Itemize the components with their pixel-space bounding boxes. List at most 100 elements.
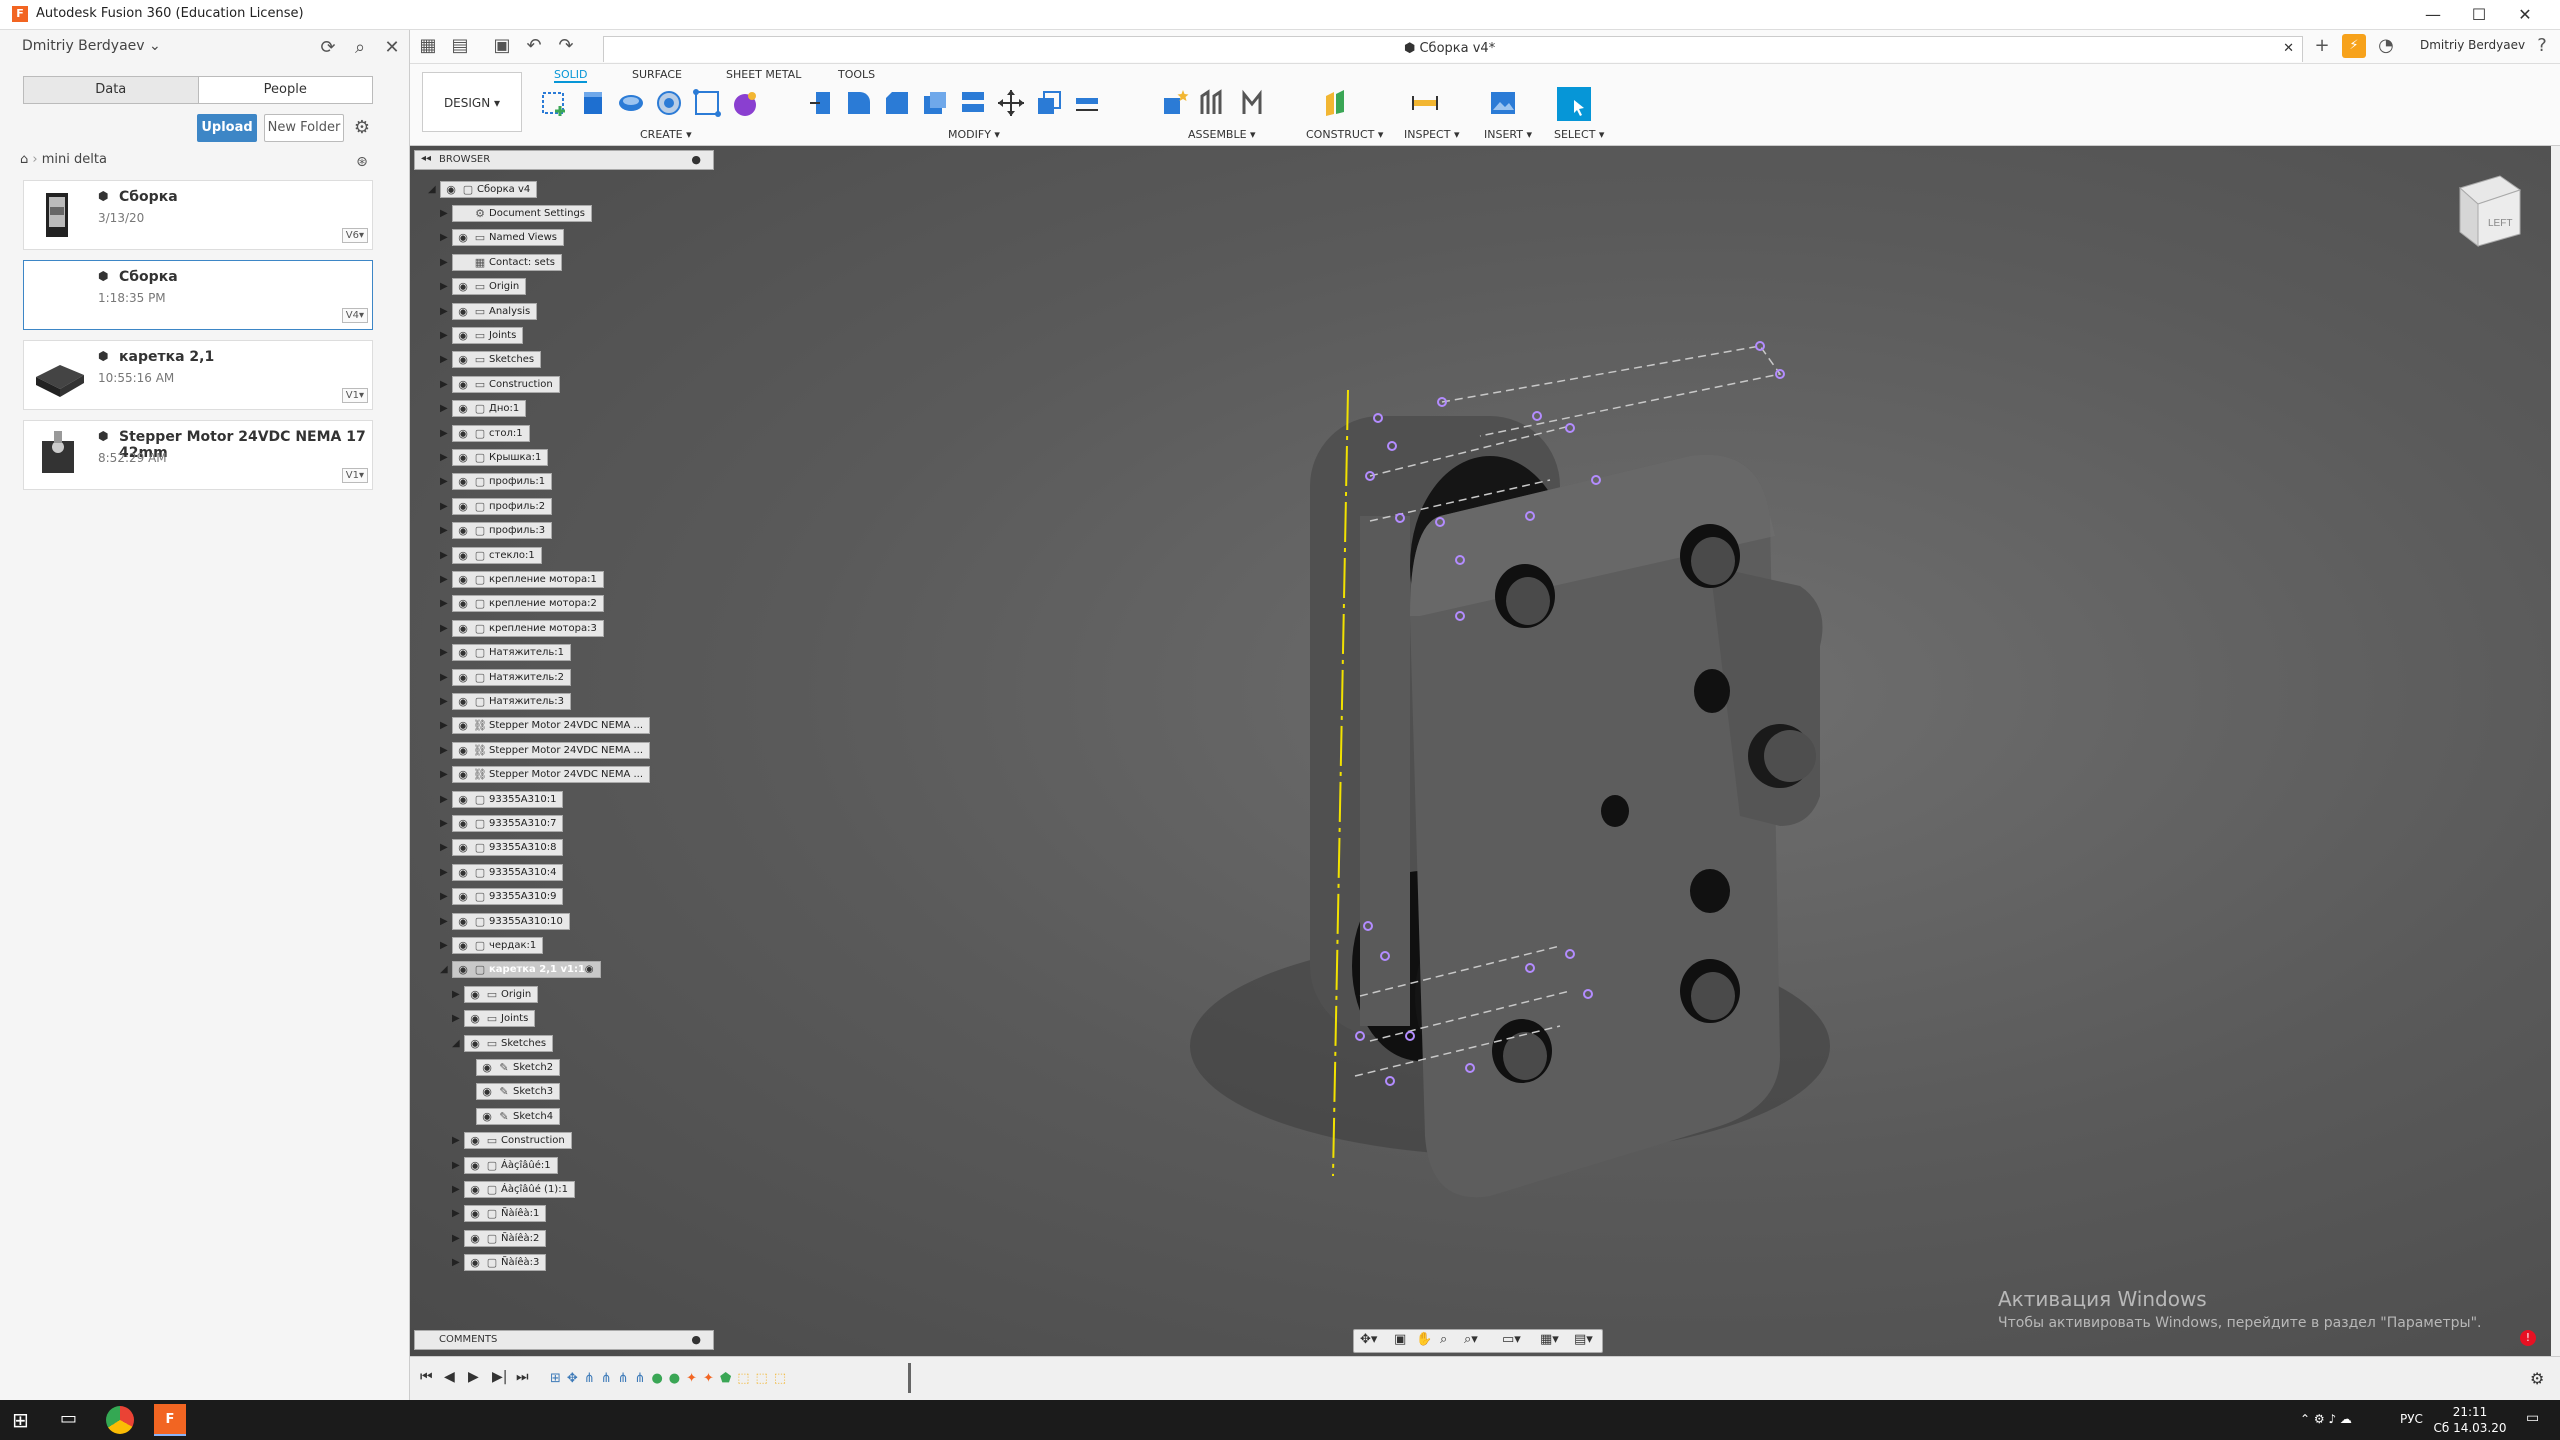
- file-menu-icon[interactable]: ▤: [448, 34, 472, 58]
- tab-sheet-metal[interactable]: SHEET METAL: [726, 68, 801, 81]
- offset-plane-icon[interactable]: [1320, 88, 1350, 118]
- expand-icon[interactable]: ▶: [440, 379, 452, 390]
- extrude-icon[interactable]: [578, 88, 608, 118]
- create-sketch-icon[interactable]: [540, 88, 570, 118]
- tree-item[interactable]: ▶ ◉ ▭ Analysis: [440, 302, 538, 320]
- tree-item[interactable]: ▶ ◉ ▢ крепление мотора:1: [440, 570, 604, 588]
- data-item[interactable]: ⬢ Stepper Motor 24VDC NEMA 17 42mm 8:52:…: [23, 420, 373, 490]
- close-button[interactable]: ✕: [2502, 2, 2548, 28]
- tree-item[interactable]: ▶ ▦ Contact: sets: [440, 253, 562, 271]
- eye-icon[interactable]: ◉: [455, 866, 471, 879]
- expand-icon[interactable]: ▶: [452, 1160, 464, 1171]
- step-forward-icon[interactable]: ▶|: [492, 1369, 507, 1385]
- eye-icon[interactable]: ◉: [455, 963, 471, 976]
- expand-icon[interactable]: ▶: [452, 1257, 464, 1268]
- tree-item[interactable]: ▶ ◉ ▢ Ñàíêà:2: [452, 1229, 547, 1247]
- construct-menu[interactable]: CONSTRUCT ▾: [1306, 128, 1383, 141]
- pan-icon[interactable]: ✋: [1416, 1332, 1432, 1347]
- tree-item[interactable]: ▶ ◉ ▭ Sketches: [440, 351, 542, 369]
- viewports-icon[interactable]: ▤▾: [1574, 1332, 1593, 1347]
- tree-item[interactable]: ▶ ◉ ▢ профиль:3: [440, 522, 553, 540]
- tree-item[interactable]: ▶ ◉ ▢ профиль:2: [440, 497, 553, 515]
- app-grid-icon[interactable]: ▦: [416, 34, 440, 58]
- eye-icon[interactable]: ◉: [467, 1232, 483, 1245]
- comments-pin-icon[interactable]: ●: [691, 1333, 701, 1346]
- expand-icon[interactable]: ▶: [440, 428, 452, 439]
- tree-item[interactable]: ▶ ◉ ▭ Origin: [440, 278, 527, 296]
- timeline-feature-icon[interactable]: ⋔: [635, 1371, 646, 1389]
- close-tab-icon[interactable]: ✕: [2283, 41, 2294, 56]
- tree-item[interactable]: ◉ ✎ Sketch3: [464, 1083, 561, 1101]
- save-icon[interactable]: ▣: [490, 34, 514, 58]
- expand-icon[interactable]: ▶: [440, 208, 452, 219]
- tree-item[interactable]: ▶ ⚙ Document Settings: [440, 204, 593, 222]
- eye-icon[interactable]: ◉: [467, 1159, 483, 1172]
- scale-icon[interactable]: [1034, 88, 1064, 118]
- tab-people[interactable]: People: [199, 77, 373, 103]
- expand-icon[interactable]: ▶: [440, 940, 452, 951]
- new-tab-icon[interactable]: +: [2310, 34, 2334, 58]
- tab-data[interactable]: Data: [24, 77, 199, 103]
- data-item[interactable]: ⬢ Сборка 1:18:35 PM V4▾: [23, 260, 373, 330]
- expand-icon[interactable]: ◢: [428, 184, 440, 195]
- expand-icon[interactable]: ▶: [440, 525, 452, 536]
- grid-settings-icon[interactable]: ▦▾: [1540, 1332, 1559, 1347]
- tree-root[interactable]: ◢ ◉ ▢ Сборка v4: [428, 180, 538, 198]
- timeline-feature-icon[interactable]: ✥: [567, 1371, 578, 1389]
- eye-icon[interactable]: ◉: [455, 744, 471, 757]
- eye-icon[interactable]: ◉: [455, 573, 471, 586]
- eye-icon[interactable]: ◉: [479, 1110, 495, 1123]
- version-badge[interactable]: V1▾: [341, 468, 368, 483]
- eye-icon[interactable]: ◉: [467, 988, 483, 1001]
- eye-icon[interactable]: ◉: [455, 524, 471, 537]
- workspace-switcher[interactable]: DESIGN ▾: [422, 72, 522, 132]
- timeline-feature-icon[interactable]: ⋔: [584, 1371, 595, 1389]
- close-panel-icon[interactable]: ✕: [380, 36, 404, 60]
- eye-icon[interactable]: ◉: [455, 671, 471, 684]
- expand-icon[interactable]: ▶: [440, 672, 452, 683]
- tree-item[interactable]: ▶ ◉ ▢ Натяжитель:3: [440, 692, 571, 710]
- tree-item[interactable]: ▶ ◉ ▢ Дно:1: [440, 400, 527, 418]
- play-icon[interactable]: ▶: [468, 1369, 479, 1385]
- expand-icon[interactable]: ◢: [452, 1038, 464, 1049]
- eye-icon[interactable]: ◉: [455, 915, 471, 928]
- expand-icon[interactable]: ▶: [440, 476, 452, 487]
- select-icon[interactable]: [1556, 86, 1592, 122]
- new-folder-button[interactable]: New Folder: [264, 114, 344, 142]
- shell-icon[interactable]: [920, 88, 950, 118]
- tree-item[interactable]: ▶ ◉ ▢ Натяжитель:1: [440, 644, 571, 662]
- browser-panel-header[interactable]: ◂◂ BROWSER ●: [414, 150, 714, 170]
- canvas-viewport[interactable]: LEFT: [410, 146, 2551, 1356]
- expand-icon[interactable]: ▶: [440, 598, 452, 609]
- expand-icon[interactable]: ▶: [440, 257, 452, 268]
- eye-icon[interactable]: ◉: [455, 695, 471, 708]
- expand-icon[interactable]: ▶: [440, 916, 452, 927]
- tree-item[interactable]: ▶ ◉ ▭ Origin: [452, 985, 539, 1003]
- as-built-joint-icon[interactable]: [1236, 88, 1266, 118]
- tree-item[interactable]: ▶ ◉ ▢ крепление мотора:3: [440, 619, 604, 637]
- expand-icon[interactable]: ▶: [440, 501, 452, 512]
- collapse-icon[interactable]: ◂◂: [421, 153, 431, 164]
- step-back-icon[interactable]: ◀: [444, 1369, 455, 1385]
- eye-icon[interactable]: ◉: [455, 280, 471, 293]
- joint-icon[interactable]: [1198, 88, 1228, 118]
- error-badge-icon[interactable]: !: [2520, 1330, 2536, 1346]
- sweep-icon[interactable]: [654, 88, 684, 118]
- eye-icon[interactable]: ◉: [455, 768, 471, 781]
- timeline-feature-icon[interactable]: ⋔: [618, 1371, 629, 1389]
- tree-item[interactable]: ▶ ◉ ⛓ Stepper Motor 24VDC NEMA ...: [440, 741, 651, 759]
- zoom-icon[interactable]: ⌕: [1440, 1332, 1447, 1347]
- extensions-icon[interactable]: ⚡: [2342, 34, 2366, 58]
- help-question-icon[interactable]: ?: [2530, 34, 2554, 58]
- fit-icon[interactable]: ⌕▾: [1464, 1332, 1478, 1347]
- expand-icon[interactable]: ▶: [440, 891, 452, 902]
- chrome-icon[interactable]: [106, 1406, 134, 1434]
- refresh-icon[interactable]: ⟳: [316, 36, 340, 60]
- expand-icon[interactable]: ▶: [440, 867, 452, 878]
- align-icon[interactable]: [1072, 88, 1102, 118]
- expand-icon[interactable]: ▶: [452, 1135, 464, 1146]
- start-icon[interactable]: ⊞: [12, 1408, 29, 1432]
- expand-icon[interactable]: ▶: [440, 550, 452, 561]
- tree-item[interactable]: ▶ ◉ ▢ Áàçîâûé (1):1: [452, 1180, 575, 1198]
- expand-icon[interactable]: ▶: [440, 574, 452, 585]
